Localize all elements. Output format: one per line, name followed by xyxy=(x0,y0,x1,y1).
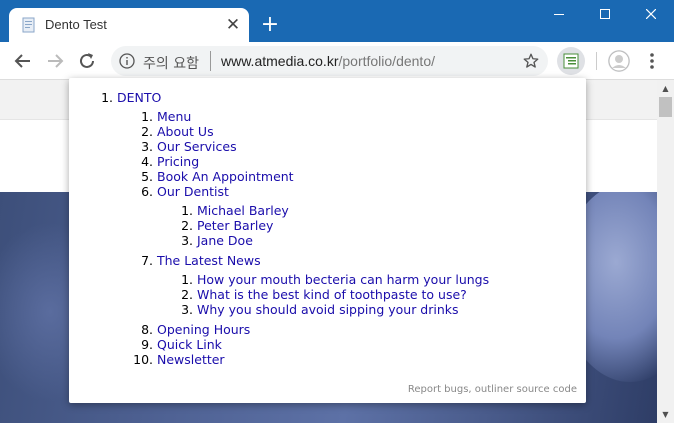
outline-item: Menu xyxy=(157,109,489,124)
outline-item: The Latest News How your mouth becteria … xyxy=(157,253,489,317)
outline-link-news-3[interactable]: Why you should avoid sipping your drinks xyxy=(197,302,459,317)
back-arrow-icon[interactable] xyxy=(11,49,35,73)
outline-item: Book An Appointment xyxy=(157,169,489,184)
outline-item: About Us xyxy=(157,124,489,139)
outline-item: Michael Barley xyxy=(197,203,489,218)
address-bar[interactable]: 주의 요함 www.atmedia.co.kr/portfolio/dento/ xyxy=(111,46,548,76)
outline-link-dentist-2[interactable]: Peter Barley xyxy=(197,218,273,233)
page-scrollbar[interactable]: ▲ ▼ xyxy=(657,80,674,423)
minimize-button[interactable] xyxy=(536,0,582,30)
url-host: www.atmedia.co.kr xyxy=(221,53,339,69)
outline-item: DENTO Menu About Us Our Services Pricing… xyxy=(117,90,489,367)
security-status[interactable]: 주의 요함 xyxy=(143,53,199,73)
url-divider xyxy=(210,51,211,71)
outline-item: Newsletter xyxy=(157,352,489,367)
outline-link-pricing[interactable]: Pricing xyxy=(157,154,199,169)
browser-tab[interactable]: Dento Test ✕ xyxy=(9,8,249,42)
page-icon xyxy=(21,17,37,33)
outliner-popup: DENTO Menu About Us Our Services Pricing… xyxy=(69,78,586,403)
outline-item: Our Dentist Michael Barley Peter Barley … xyxy=(157,184,489,248)
outliner-footer-links[interactable]: Report bugs, outliner source code xyxy=(408,384,577,395)
outline-item: Peter Barley xyxy=(197,218,489,233)
more-menu-icon[interactable] xyxy=(642,50,662,72)
reload-icon[interactable] xyxy=(75,49,99,73)
forward-arrow-icon[interactable] xyxy=(43,49,67,73)
outline-link-services[interactable]: Our Services xyxy=(157,139,237,154)
url-path: /portfolio/dento/ xyxy=(338,53,435,69)
title-bar: Dento Test ✕ + xyxy=(0,0,674,42)
outline-item: Quick Link xyxy=(157,337,489,352)
tab-title: Dento Test xyxy=(45,17,107,32)
close-tab-icon[interactable]: ✕ xyxy=(223,15,243,35)
info-icon[interactable] xyxy=(119,53,135,69)
outline-link-appointment[interactable]: Book An Appointment xyxy=(157,169,294,184)
outline-item: Our Services xyxy=(157,139,489,154)
new-tab-button[interactable]: + xyxy=(258,13,282,37)
outline-item: Why you should avoid sipping your drinks xyxy=(197,302,489,317)
scrollbar-thumb[interactable] xyxy=(659,97,672,117)
maximize-button[interactable] xyxy=(582,0,628,30)
outline-link-news-1[interactable]: How your mouth becteria can harm your lu… xyxy=(197,272,489,287)
url-text[interactable]: www.atmedia.co.kr/portfolio/dento/ xyxy=(221,53,435,69)
outline-link-dentist-3[interactable]: Jane Doe xyxy=(197,233,253,248)
outline-link-dento[interactable]: DENTO xyxy=(117,90,161,105)
toolbar-divider xyxy=(596,52,597,70)
outline-link-newsletter[interactable]: Newsletter xyxy=(157,352,225,367)
outline-link-dentist-1[interactable]: Michael Barley xyxy=(197,203,289,218)
scroll-down-arrow-icon[interactable]: ▼ xyxy=(657,406,674,423)
outline-item: Jane Doe xyxy=(197,233,489,248)
outline-item: Pricing xyxy=(157,154,489,169)
outline-link-menu[interactable]: Menu xyxy=(157,109,191,124)
bookmark-star-icon[interactable] xyxy=(522,52,540,70)
browser-toolbar: 주의 요함 www.atmedia.co.kr/portfolio/dento/ xyxy=(0,42,674,80)
outline-link-news[interactable]: The Latest News xyxy=(157,253,261,268)
outline-link-dentist[interactable]: Our Dentist xyxy=(157,184,229,199)
close-window-button[interactable] xyxy=(628,0,674,30)
outliner-extension-icon[interactable] xyxy=(557,47,585,75)
outline-link-hours[interactable]: Opening Hours xyxy=(157,322,250,337)
outline-item: How your mouth becteria can harm your lu… xyxy=(197,272,489,287)
outline-item: Opening Hours xyxy=(157,322,489,337)
outline-link-about[interactable]: About Us xyxy=(157,124,214,139)
outline-item: What is the best kind of toothpaste to u… xyxy=(197,287,489,302)
scroll-up-arrow-icon[interactable]: ▲ xyxy=(657,80,674,97)
profile-avatar-icon[interactable] xyxy=(608,50,630,72)
outline-link-quick[interactable]: Quick Link xyxy=(157,337,222,352)
outline-link-news-2[interactable]: What is the best kind of toothpaste to u… xyxy=(197,287,467,302)
